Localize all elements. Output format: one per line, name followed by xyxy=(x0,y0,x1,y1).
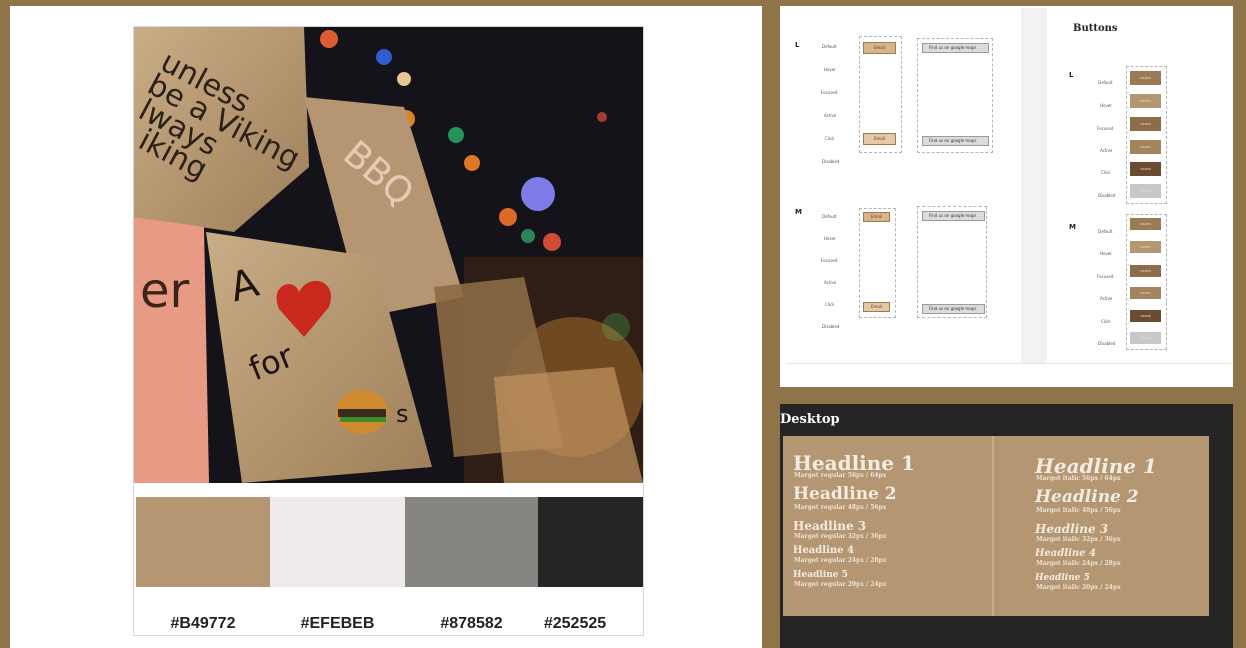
state-focused-m: Focused xyxy=(821,258,838,263)
headline-5-italic-spec: Margot italic 20px / 24px xyxy=(1036,584,1121,591)
maps-button-l-click[interactable]: Find us on google maps xyxy=(922,136,989,146)
swatch-2-hex: #EFEBEB xyxy=(300,615,375,632)
state-active: Active xyxy=(824,113,837,118)
swatch-2 xyxy=(270,497,405,587)
headline-5-italic: Headline 5 xyxy=(1035,573,1090,583)
maps-button-m-click[interactable]: Find us on google maps xyxy=(922,304,985,314)
headline-5-regular-spec: Margot regular 20px / 24px xyxy=(794,581,887,588)
headline-4-regular-spec: Margot regular 24px / 28px xyxy=(794,557,887,564)
state-default: Default xyxy=(822,44,837,49)
swatch-3-hex: #878582 xyxy=(440,615,503,632)
order-button-l-focused[interactable]: ORDER xyxy=(1130,117,1161,131)
order-button-m-default[interactable]: ORDER xyxy=(1130,218,1161,230)
headline-2-regular: Headline 2 xyxy=(793,484,897,504)
order-state-active-m: Active xyxy=(1100,296,1113,301)
order-state-focused: Focused xyxy=(1097,126,1114,131)
buttons-title: Buttons xyxy=(1073,23,1118,34)
buttons-spec-artboard: L Default Hover Focused Active Click Dis… xyxy=(786,8,1231,364)
order-state-focused-m: Focused xyxy=(1097,274,1114,279)
state-focused: Focused xyxy=(821,90,838,95)
email-button-l-default[interactable]: Email xyxy=(863,42,896,54)
headline-3-regular-spec: Margot regular 32px / 36px xyxy=(794,533,887,540)
order-state-active: Active xyxy=(1100,148,1113,153)
headline-2-regular-spec: Margot regular 48px / 56px xyxy=(794,504,887,511)
typography-panel: Desktop Headline 1 Margot regular 56px /… xyxy=(780,404,1233,648)
order-button-l-default[interactable]: ORDER xyxy=(1130,71,1161,85)
order-state-default: Default xyxy=(1098,80,1113,85)
swatch-1-hex: #B49772 xyxy=(170,615,236,632)
headline-4-italic: Headline 4 xyxy=(1035,548,1096,559)
desktop-label: Desktop xyxy=(780,412,840,427)
state-default-m: Default xyxy=(822,214,837,219)
typography-divider xyxy=(992,436,994,616)
order-button-m-click[interactable]: ORDER xyxy=(1130,310,1161,322)
order-state-click: Click xyxy=(1101,170,1111,175)
headline-4-italic-spec: Margot italic 24px / 28px xyxy=(1036,560,1121,567)
order-size-label-l: L xyxy=(1069,71,1074,79)
state-disabled-m: Disabled xyxy=(822,324,840,329)
headline-3-regular: Headline 3 xyxy=(793,519,867,533)
order-button-l-disabled[interactable]: ORDER xyxy=(1130,184,1161,198)
order-button-l-hover[interactable]: ORDER xyxy=(1130,94,1161,108)
state-hover-m: Hover xyxy=(824,236,836,241)
buttons-spec-panel: L Default Hover Focused Active Click Dis… xyxy=(780,6,1233,387)
headline-1-regular-spec: Margot regular 56px / 64px xyxy=(794,472,887,479)
moodboard-panel: unless be a Viking lways iking BBQ er A … xyxy=(10,6,762,648)
order-button-m-hover[interactable]: ORDER xyxy=(1130,241,1161,253)
email-button-m-click[interactable]: Email xyxy=(863,302,890,312)
typography-card: Headline 1 Margot regular 56px / 64px He… xyxy=(783,436,1209,616)
swatch-1 xyxy=(136,497,270,587)
order-button-m-disabled[interactable]: ORDER xyxy=(1130,332,1161,344)
moodboard-card: unless be a Viking lways iking BBQ er A … xyxy=(133,26,644,636)
state-active-m: Active xyxy=(824,280,837,285)
order-button-m-active[interactable]: ORDER xyxy=(1130,287,1161,299)
headline-2-italic-spec: Margot italic 48px / 56px xyxy=(1036,507,1121,514)
headline-4-regular: Headline 4 xyxy=(793,545,854,556)
svg-text:er: er xyxy=(140,263,190,319)
state-disabled: Disabled xyxy=(822,159,840,164)
swatch-4 xyxy=(538,497,643,587)
order-state-click-m: Click xyxy=(1101,319,1111,324)
order-button-m-focused[interactable]: ORDER xyxy=(1130,265,1161,277)
size-label-l: L xyxy=(795,41,800,49)
state-click-m: Click xyxy=(825,302,835,307)
mood-photo: unless be a Viking lways iking BBQ er A … xyxy=(134,27,643,483)
state-click: Click xyxy=(825,136,835,141)
maps-button-l-default[interactable]: Find us on google maps xyxy=(922,43,989,53)
headline-3-italic: Headline 3 xyxy=(1035,522,1109,536)
headline-1-italic-spec: Margot italic 56px / 64px xyxy=(1036,475,1121,482)
order-button-l-active[interactable]: ORDER xyxy=(1130,140,1161,154)
headline-2-italic: Headline 2 xyxy=(1035,487,1139,507)
order-state-disabled-m: Disabled xyxy=(1098,341,1116,346)
order-state-disabled: Disabled xyxy=(1098,193,1116,198)
artboard-divider xyxy=(1021,8,1047,363)
headline-3-italic-spec: Margot italic 32px / 36px xyxy=(1036,536,1121,543)
order-buttons-m-frame xyxy=(1126,214,1167,350)
order-state-hover: Hover xyxy=(1100,103,1112,108)
swatch-4-hex: #252525 xyxy=(543,615,607,632)
order-state-hover-m: Hover xyxy=(1100,251,1112,256)
size-label-m: M xyxy=(795,208,802,216)
maps-button-m-default[interactable]: Find us on google maps xyxy=(922,211,985,221)
order-size-label-m: M xyxy=(1069,223,1076,231)
svg-text:s: s xyxy=(396,400,409,428)
order-state-default-m: Default xyxy=(1098,229,1113,234)
email-button-m-default[interactable]: Email xyxy=(863,212,890,222)
state-hover: Hover xyxy=(824,67,836,72)
order-button-l-click[interactable]: ORDER xyxy=(1130,162,1161,176)
swatch-3 xyxy=(405,497,538,587)
headline-5-regular: Headline 5 xyxy=(793,570,848,580)
email-button-l-click[interactable]: Email xyxy=(863,133,896,145)
maps-buttons-m-frame xyxy=(917,206,987,318)
